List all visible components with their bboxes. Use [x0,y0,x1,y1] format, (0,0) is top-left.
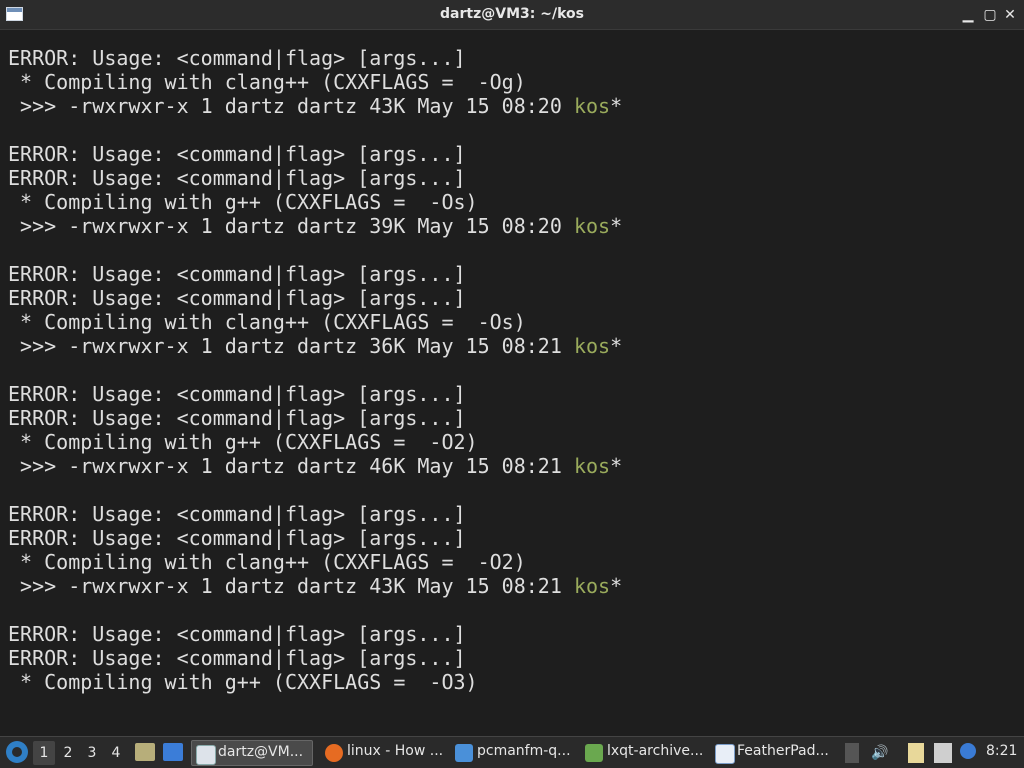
terminal-line-text: ERROR: Usage: <command|flag> [args...] [8,646,466,670]
terminal-line: ERROR: Usage: <command|flag> [args...] [8,142,622,166]
terminal-line: ERROR: Usage: <command|flag> [args...] [8,502,622,526]
terminal-line: >>> -rwxrwxr-x 1 dartz dartz 43K May 15 … [8,94,622,118]
terminal-line-text: ERROR: Usage: <command|flag> [args...] [8,142,466,166]
archive-icon [585,744,603,762]
terminal-line-text: * Compiling with g++ (CXXFLAGS = -Os) [8,190,478,214]
executable-name: kos [573,574,611,598]
window-titlebar[interactable]: dartz@VM3: ~/kos ▁ ▢ ✕ [0,0,1024,30]
terminal-line: ERROR: Usage: <command|flag> [args...] [8,622,622,646]
executable-marker: * [610,214,623,238]
terminal-line-text: ERROR: Usage: <command|flag> [args...] [8,46,466,70]
taskbar: 1 2 3 4 dartz@VM... linux - How ... pcma… [0,736,1024,768]
terminal-line: * Compiling with g++ (CXXFLAGS = -O2) [8,430,622,454]
terminal-line: ERROR: Usage: <command|flag> [args...] [8,406,622,430]
window-title: dartz@VM3: ~/kos [440,6,584,22]
desktop-1-button[interactable]: 1 [33,741,55,765]
terminal-line-text: >>> -rwxrwxr-x 1 dartz dartz 39K May 15 … [8,214,574,238]
terminal-line: * Compiling with clang++ (CXXFLAGS = -O2… [8,550,622,574]
terminal-line: ERROR: Usage: <command|flag> [args...] [8,286,622,310]
terminal-line-text: ERROR: Usage: <command|flag> [args...] [8,382,466,406]
window-switcher-icon[interactable] [163,743,183,761]
task-featherpad[interactable]: FeatherPad... [711,740,835,766]
executable-marker: * [610,334,623,358]
executable-marker: * [610,574,623,598]
network-icon[interactable] [934,743,952,763]
terminal-line-text: >>> -rwxrwxr-x 1 dartz dartz 43K May 15 … [8,574,574,598]
firefox-icon [325,744,343,762]
terminal-line-text: ERROR: Usage: <command|flag> [args...] [8,166,466,190]
task-label: lxqt-archive... [607,743,704,759]
executable-name: kos [573,334,611,358]
terminal-line: ERROR: Usage: <command|flag> [args...] [8,166,622,190]
desktop-3-button[interactable]: 3 [81,741,103,765]
terminal-icon [196,745,216,765]
terminal-line: ERROR: Usage: <command|flag> [args...] [8,382,622,406]
maximize-button[interactable]: ▢ [980,5,1000,25]
task-label: linux - How ... [347,743,444,759]
terminal-line: * Compiling with clang++ (CXXFLAGS = -Os… [8,310,622,334]
terminal-lines: ERROR: Usage: <command|flag> [args...] *… [8,46,622,736]
task-label: dartz@VM... [218,744,304,760]
terminal-line-text: >>> -rwxrwxr-x 1 dartz dartz 46K May 15 … [8,454,574,478]
terminal-line: * Compiling with g++ (CXXFLAGS = -O3) [8,670,622,694]
executable-marker: * [610,454,623,478]
task-archiver[interactable]: lxqt-archive... [581,740,705,766]
terminal-line: >>> -rwxrwxr-x 1 dartz dartz 46K May 15 … [8,454,622,478]
terminal-line-text: ERROR: Usage: <command|flag> [args...] [8,622,466,646]
terminal-line-text: ERROR: Usage: <command|flag> [args...] [8,406,466,430]
terminal-line: * Compiling with g++ (CXXFLAGS = -Os) [8,190,622,214]
terminal-line-text: >>> -rwxrwxr-x 1 dartz dartz 36K May 15 … [8,334,574,358]
task-firefox[interactable]: linux - How ... [321,740,445,766]
close-button[interactable]: ✕ [1000,5,1020,25]
terminal-line: >>> -rwxrwxr-x 1 dartz dartz 36K May 15 … [8,334,622,358]
terminal-line-text: ERROR: Usage: <command|flag> [args...] [8,262,466,286]
executable-name: kos [573,214,611,238]
terminal-output-area[interactable]: ERROR: Usage: <command|flag> [args...] *… [0,30,1024,736]
executable-name: kos [573,94,611,118]
terminal-cursor: _ [8,718,21,736]
terminal-line-text: >>> -rwxrwxr-x 1 dartz dartz 43K May 15 … [8,94,574,118]
desktop-4-button[interactable]: 4 [105,741,127,765]
application-menu-button[interactable] [6,741,28,763]
terminal-line-text: ERROR: Usage: <command|flag> [args...] [8,286,466,310]
clock[interactable]: 8:21 [986,743,1017,759]
terminal-line-text: ERROR: Usage: <command|flag> [args...] [8,502,466,526]
featherpad-icon [715,744,735,764]
terminal-line-text: * Compiling with clang++ (CXXFLAGS = -O2… [8,550,526,574]
eject-icon[interactable] [845,743,859,763]
task-terminal[interactable]: dartz@VM... [191,740,313,766]
terminal-line-text: * Compiling with clang++ (CXXFLAGS = -Os… [8,310,526,334]
terminal-line: ERROR: Usage: <command|flag> [args...] [8,646,622,670]
terminal-line: >>> -rwxrwxr-x 1 dartz dartz 43K May 15 … [8,574,622,598]
terminal-line: ERROR: Usage: <command|flag> [args...] [8,262,622,286]
terminal-line-text: * Compiling with clang++ (CXXFLAGS = -Og… [8,70,526,94]
task-label: pcmanfm-q... [477,743,571,759]
task-file-manager[interactable]: pcmanfm-q... [451,740,575,766]
update-notifier-icon[interactable] [960,743,976,759]
minimize-button[interactable]: ▁ [958,5,978,25]
terminal-line: >>> -rwxrwxr-x 1 dartz dartz 39K May 15 … [8,214,622,238]
folder-icon [455,744,473,762]
executable-name: kos [573,454,611,478]
volume-icon[interactable]: 🔊 [870,743,890,763]
terminal-line: ERROR: Usage: <command|flag> [args...] [8,526,622,550]
show-desktop-icon[interactable] [135,743,155,761]
clipboard-icon[interactable] [908,743,924,763]
terminal-line: ERROR: Usage: <command|flag> [args...] [8,46,622,70]
terminal-line-text: * Compiling with g++ (CXXFLAGS = -O3) [8,670,478,694]
terminal-line-text: * Compiling with g++ (CXXFLAGS = -O2) [8,430,478,454]
terminal-line: * Compiling with clang++ (CXXFLAGS = -Og… [8,70,622,94]
terminal-line-text: ERROR: Usage: <command|flag> [args...] [8,526,466,550]
desktop-2-button[interactable]: 2 [57,741,79,765]
task-label: FeatherPad... [737,743,829,759]
executable-marker: * [610,94,623,118]
